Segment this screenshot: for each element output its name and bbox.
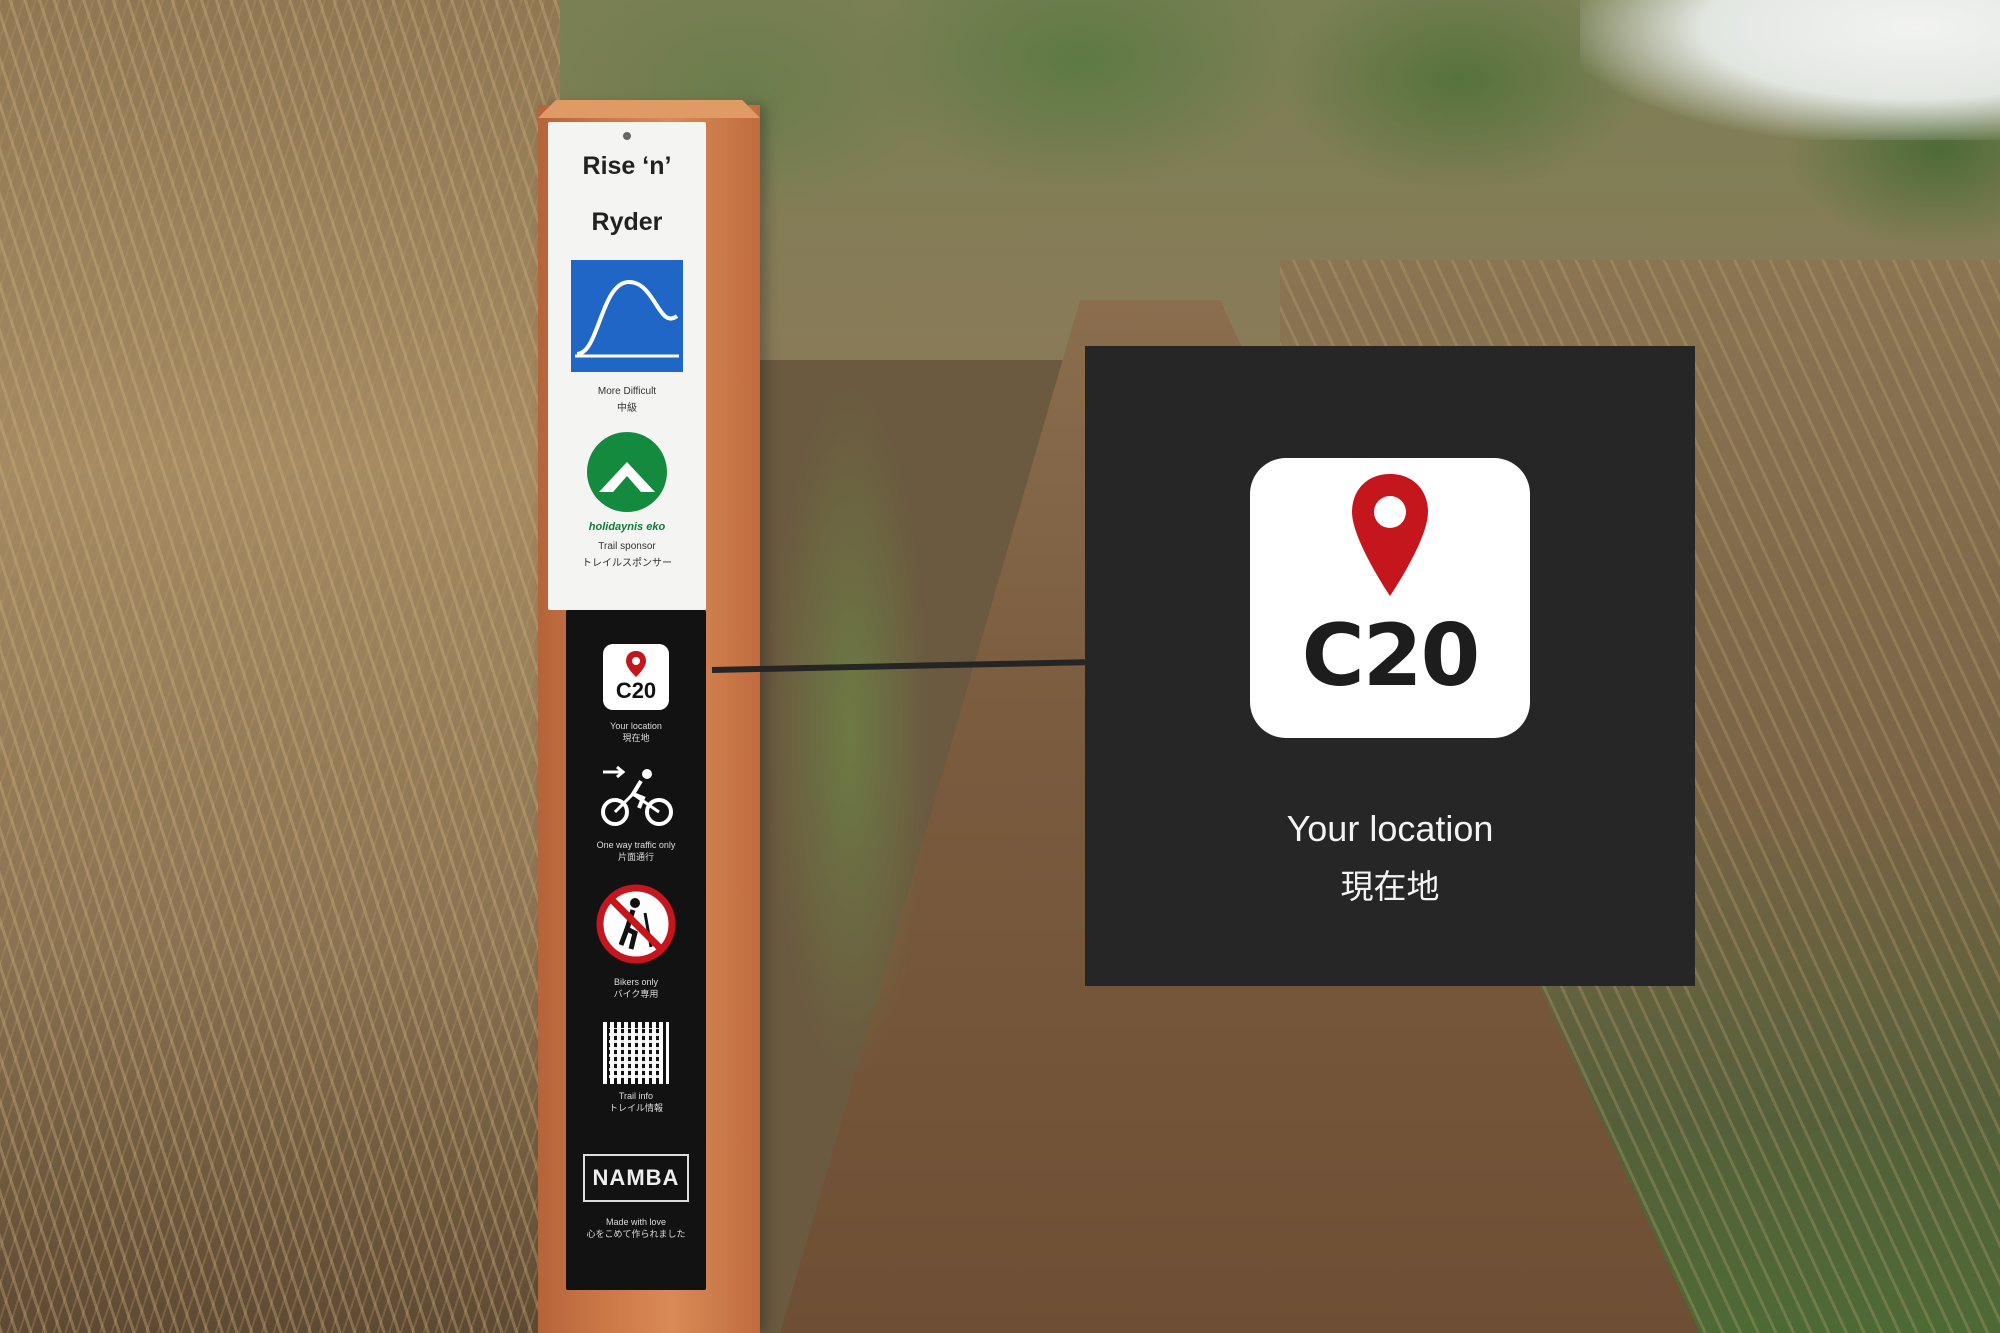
difficulty-label-jp: 中級 <box>617 403 637 414</box>
trail-name-line1: Rise ‘n’ <box>582 152 672 180</box>
mountain-logo-icon <box>585 430 669 519</box>
location-label: Your location <box>610 721 662 731</box>
callout-label-jp: 現在地 <box>1340 868 1440 905</box>
difficulty-blue-square-icon <box>571 260 683 372</box>
info-label-jp: トレイル情報 <box>608 1103 663 1113</box>
grass-strip <box>770 380 930 1080</box>
club-logo: NAMBA <box>583 1154 689 1202</box>
qr-code-icon[interactable] <box>603 1022 669 1084</box>
trail-name: Rise ‘n’ Ryder <box>583 138 672 250</box>
no-hiking-icon <box>595 883 677 970</box>
sponsor-logo-text: holidaynis eko <box>588 521 666 533</box>
sponsor-label: Trail sponsor <box>598 541 656 552</box>
location-code-badge: C20 <box>1250 458 1530 738</box>
difficulty-label: More Difficult <box>597 386 657 397</box>
info-label: Trail info <box>618 1091 654 1101</box>
trail-photo: Rise ‘n’ Ryder More Difficult 中級 holiday… <box>0 0 2000 1333</box>
location-pin-icon <box>626 651 646 677</box>
cyclist-icon <box>597 764 675 833</box>
location-code: C20 <box>615 678 657 703</box>
trail-sign-lower: C20 Your location 現在地 One way traffic on… <box>566 610 706 1290</box>
callout-code: C20 <box>1301 606 1481 706</box>
location-pin-icon <box>1352 474 1428 596</box>
sky <box>1580 0 2000 140</box>
bikers-label: Bikers only <box>613 977 658 987</box>
post-top <box>538 100 760 118</box>
oneway-label: One way traffic only <box>596 840 676 850</box>
location-label-jp: 現在地 <box>622 733 650 743</box>
location-callout: C20 Your location 現在地 <box>1085 346 1695 986</box>
oneway-label-jp: 片面通行 <box>617 852 654 862</box>
location-badge: C20 <box>603 644 669 710</box>
bikers-label-jp: バイク専用 <box>613 989 659 999</box>
made-label: Made with love <box>605 1217 666 1227</box>
trail-name-line2: Ryder <box>591 208 663 236</box>
sponsor-label-jp: トレイルスポンサー <box>582 558 672 569</box>
trail-sign-upper: Rise ‘n’ Ryder More Difficult 中級 holiday… <box>548 122 706 610</box>
made-label-jp: 心をこめて作られました <box>586 1229 686 1239</box>
callout-label: Your location <box>1286 808 1494 849</box>
